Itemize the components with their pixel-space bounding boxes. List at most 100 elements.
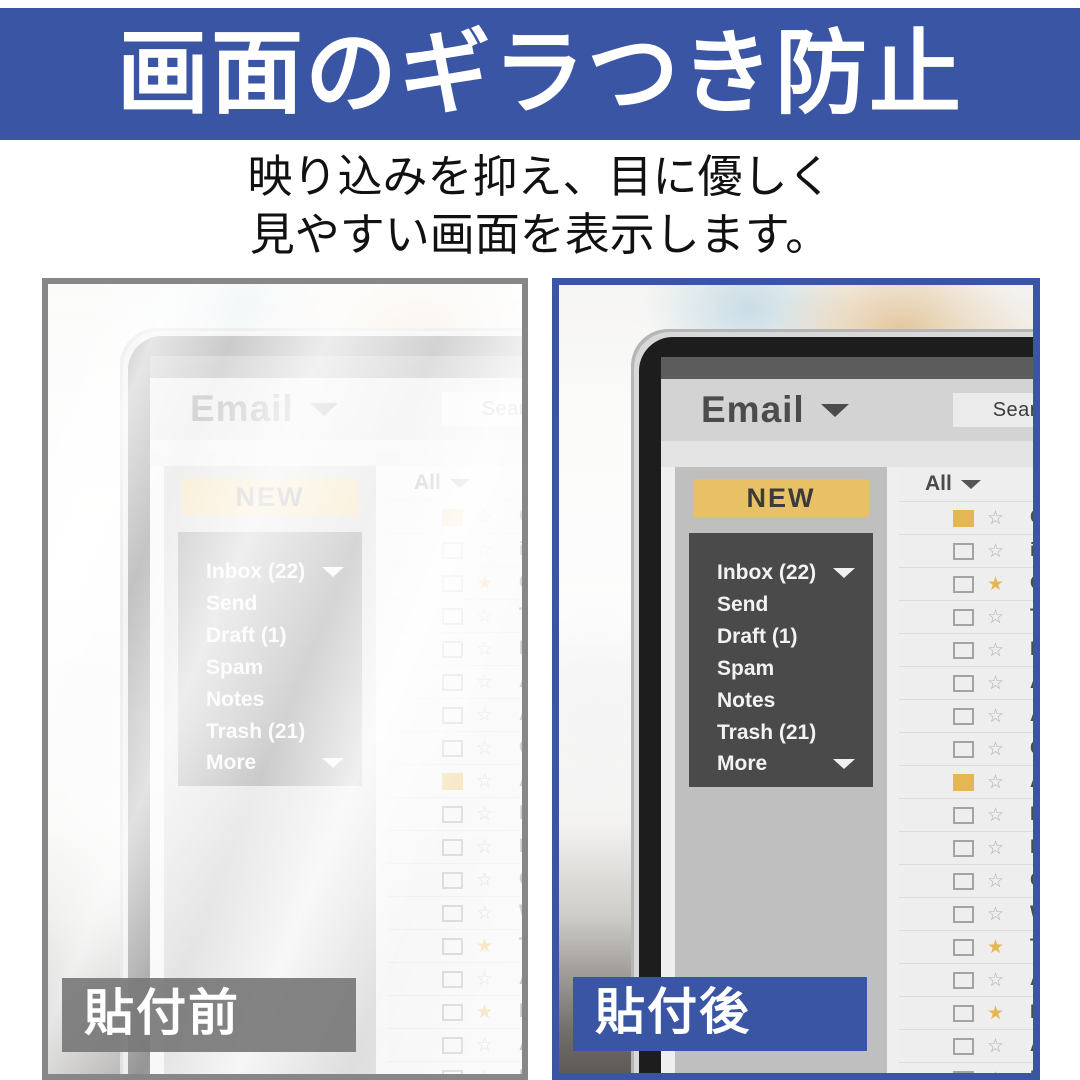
table-row[interactable]: ☆F [899, 633, 1033, 666]
star-icon[interactable]: ☆ [987, 905, 1004, 924]
star-icon[interactable]: ☆ [476, 607, 493, 626]
new-button[interactable]: NEW [693, 479, 869, 517]
checkbox-icon[interactable] [442, 1003, 463, 1021]
table-row[interactable]: ☆F [388, 632, 522, 665]
sidebar-item-inbox[interactable]: Inbox (22) [206, 556, 354, 588]
table-row[interactable]: ☆A [899, 666, 1033, 699]
checkbox-icon[interactable] [953, 575, 974, 593]
checkbox-icon[interactable] [442, 706, 463, 724]
table-row[interactable]: ☆A [899, 1029, 1033, 1062]
checkbox-icon[interactable] [442, 937, 463, 955]
checkbox-icon[interactable] [953, 740, 974, 758]
star-icon[interactable]: ☆ [476, 772, 493, 791]
table-row[interactable]: ★ El [388, 995, 522, 1028]
table-row[interactable]: ☆W [899, 897, 1033, 930]
checkbox-icon[interactable] [953, 773, 974, 791]
checkbox-icon[interactable] [953, 641, 974, 659]
table-row[interactable]: ☆A [388, 1028, 522, 1061]
checkbox-icon[interactable] [953, 1070, 974, 1073]
checkbox-icon[interactable] [953, 905, 974, 923]
table-row[interactable]: ☆A [388, 665, 522, 698]
star-icon[interactable]: ☆ [476, 739, 493, 758]
sidebar-item-more[interactable]: More [717, 748, 865, 780]
table-row[interactable]: ☆G [388, 731, 522, 764]
table-row[interactable]: ☆B [899, 831, 1033, 864]
star-icon[interactable]: ☆ [987, 1037, 1004, 1056]
checkbox-icon[interactable] [442, 508, 463, 526]
checkbox-icon[interactable] [953, 839, 974, 857]
checkbox-icon[interactable] [953, 971, 974, 989]
filter-label[interactable]: All [414, 471, 441, 495]
chevron-down-icon[interactable] [833, 567, 855, 578]
table-row[interactable]: ★C [388, 566, 522, 599]
checkbox-icon[interactable] [953, 1037, 974, 1055]
table-row[interactable]: ☆A [899, 699, 1033, 732]
checkbox-icon[interactable] [442, 1036, 463, 1054]
sidebar-item-more[interactable]: More [206, 747, 354, 779]
star-icon[interactable]: ★ [476, 1003, 493, 1022]
checkbox-icon[interactable] [953, 872, 974, 890]
checkbox-icon[interactable] [442, 640, 463, 658]
star-icon[interactable]: ★ [476, 937, 493, 956]
sidebar-item-draft[interactable]: Draft (1) [717, 621, 865, 653]
new-button[interactable]: NEW [182, 478, 358, 516]
star-icon[interactable]: ☆ [476, 706, 493, 725]
table-row[interactable]: ☆A [388, 764, 522, 797]
table-row[interactable]: ☆H [899, 1062, 1033, 1073]
sidebar-item-spam[interactable]: Spam [206, 652, 354, 684]
table-row[interactable]: ☆A [899, 963, 1033, 996]
star-icon[interactable]: ☆ [987, 806, 1004, 825]
sidebar-item-send[interactable]: Send [206, 588, 354, 620]
star-icon[interactable]: ☆ [476, 640, 493, 659]
star-icon[interactable]: ☆ [476, 838, 493, 857]
table-row[interactable]: ☆G [388, 500, 522, 533]
checkbox-icon[interactable] [442, 541, 463, 559]
table-row[interactable]: ☆G [899, 732, 1033, 765]
sidebar-item-trash[interactable]: Trash (21) [717, 717, 865, 749]
star-icon[interactable]: ☆ [476, 541, 493, 560]
chevron-down-icon[interactable] [449, 478, 470, 488]
chevron-down-icon[interactable] [833, 759, 855, 770]
search-input[interactable]: Search ... [442, 392, 522, 426]
checkbox-icon[interactable] [953, 806, 974, 824]
star-icon[interactable]: ☆ [476, 1036, 493, 1055]
chevron-down-icon[interactable] [322, 758, 344, 769]
sidebar-item-inbox[interactable]: Inbox (22) [717, 557, 865, 589]
table-row[interactable]: ★C [899, 567, 1033, 600]
checkbox-icon[interactable] [442, 739, 463, 757]
chevron-down-icon[interactable] [322, 566, 344, 577]
star-icon[interactable]: ☆ [987, 608, 1004, 627]
table-row[interactable]: ☆T [388, 599, 522, 632]
table-row[interactable]: ☆F [899, 798, 1033, 831]
table-row[interactable]: ☆ in [388, 533, 522, 566]
chevron-down-icon[interactable] [960, 479, 981, 489]
star-icon[interactable]: ★ [987, 575, 1004, 594]
table-row[interactable]: ☆A [388, 698, 522, 731]
table-row[interactable]: ☆A [899, 765, 1033, 798]
star-icon[interactable]: ☆ [987, 839, 1004, 858]
chevron-down-icon[interactable] [820, 403, 849, 417]
star-icon[interactable]: ★ [476, 574, 493, 593]
star-icon[interactable]: ☆ [476, 970, 493, 989]
table-row[interactable]: ★T [388, 929, 522, 962]
table-row[interactable]: ★T [899, 930, 1033, 963]
checkbox-icon[interactable] [442, 970, 463, 988]
checkbox-icon[interactable] [953, 542, 974, 560]
checkbox-icon[interactable] [442, 871, 463, 889]
checkbox-icon[interactable] [953, 674, 974, 692]
star-icon[interactable]: ☆ [987, 641, 1004, 660]
table-row[interactable]: ☆A [388, 962, 522, 995]
star-icon[interactable]: ☆ [987, 509, 1004, 528]
checkbox-icon[interactable] [442, 772, 463, 790]
checkbox-icon[interactable] [442, 904, 463, 922]
star-icon[interactable]: ★ [987, 1004, 1004, 1023]
star-icon[interactable]: ☆ [987, 872, 1004, 891]
star-icon[interactable]: ☆ [987, 740, 1004, 759]
table-row[interactable]: ☆O [899, 864, 1033, 897]
sidebar-item-trash[interactable]: Trash (21) [206, 716, 354, 748]
search-input[interactable]: Search ... [953, 393, 1033, 427]
table-row[interactable]: ☆O [388, 863, 522, 896]
table-row[interactable]: ★ El [899, 996, 1033, 1029]
table-row[interactable]: ☆ in [899, 534, 1033, 567]
checkbox-icon[interactable] [953, 707, 974, 725]
